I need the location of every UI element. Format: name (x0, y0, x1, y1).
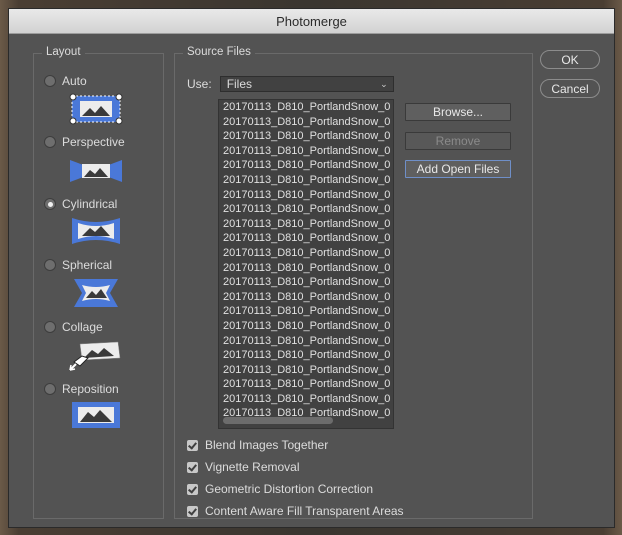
file-list-item[interactable]: 20170113_D810_PortlandSnow_0 (219, 304, 393, 319)
vignette-removal-option[interactable]: Vignette Removal (187, 460, 300, 474)
radio-label: Auto (62, 74, 87, 88)
radio-button[interactable] (44, 383, 56, 395)
checkbox-label: Content Aware Fill Transparent Areas (205, 504, 404, 518)
use-select[interactable]: Files ⌄ (219, 76, 394, 92)
radio-button[interactable] (44, 259, 56, 271)
chevron-down-icon: ⌄ (380, 78, 388, 89)
window-title: Photomerge (9, 9, 614, 34)
file-list-item[interactable]: 20170113_D810_PortlandSnow_0 (219, 319, 393, 334)
cancel-button[interactable]: Cancel (540, 79, 600, 98)
file-list-item[interactable]: 20170113_D810_PortlandSnow_0 (219, 290, 393, 305)
file-list-item[interactable]: 20170113_D810_PortlandSnow_0 (219, 334, 393, 349)
layout-group: Layout Auto Perspective Cylindrical Sphe… (33, 46, 164, 519)
radio-cylindrical[interactable]: Cylindrical (44, 197, 117, 211)
radio-button[interactable] (44, 321, 56, 333)
file-list-item[interactable]: 20170113_D810_PortlandSnow_0 (219, 158, 393, 173)
checkbox-label: Blend Images Together (205, 438, 329, 452)
file-list-item[interactable]: 20170113_D810_PortlandSnow_0 (219, 115, 393, 130)
radio-reposition[interactable]: Reposition (44, 382, 119, 396)
file-list-item[interactable]: 20170113_D810_PortlandSnow_0 (219, 348, 393, 363)
file-list-item[interactable]: 20170113_D810_PortlandSnow_0 (219, 173, 393, 188)
source-files-group: Source Files Use: Files ⌄ 20170113_D810_… (174, 46, 533, 519)
radio-auto[interactable]: Auto (44, 74, 87, 88)
checkbox[interactable] (187, 483, 198, 495)
collage-layout-icon (69, 341, 121, 371)
file-list-item[interactable]: 20170113_D810_PortlandSnow_0 (219, 275, 393, 290)
radio-label: Reposition (62, 382, 119, 396)
checkbox[interactable] (187, 505, 198, 517)
file-list-item[interactable]: 20170113_D810_PortlandSnow_0 (219, 261, 393, 276)
use-select-value: Files (226, 77, 253, 91)
source-files-legend: Source Files (183, 46, 255, 58)
checkbox[interactable] (187, 461, 198, 473)
file-list-item[interactable]: 20170113_D810_PortlandSnow_0 (219, 231, 393, 246)
radio-label: Spherical (62, 258, 113, 272)
perspective-layout-icon (70, 160, 122, 182)
remove-button[interactable]: Remove (405, 132, 511, 150)
radio-button[interactable] (44, 136, 56, 148)
source-file-list[interactable]: 20170113_D810_PortlandSnow_0 20170113_D81… (218, 99, 394, 429)
geometric-distortion-option[interactable]: Geometric Distortion Correction (187, 482, 373, 496)
auto-layout-icon (69, 93, 123, 125)
file-list-item[interactable]: 20170113_D810_PortlandSnow_0 (219, 246, 393, 261)
radio-collage[interactable]: Collage (44, 320, 103, 334)
file-list-item[interactable]: 20170113_D810_PortlandSnow_0 (219, 129, 393, 144)
checkbox-label: Vignette Removal (205, 460, 300, 474)
use-label: Use: (187, 77, 212, 91)
radio-button[interactable] (44, 75, 56, 87)
cylindrical-layout-icon (72, 218, 120, 244)
file-list-item[interactable]: 20170113_D810_PortlandSnow_0 (219, 188, 393, 203)
file-list-item[interactable]: 20170113_D810_PortlandSnow_0 (219, 377, 393, 392)
file-list-item[interactable]: 20170113_D810_PortlandSnow_0 (219, 363, 393, 378)
file-list-item[interactable]: 20170113_D810_PortlandSnow_0 (219, 392, 393, 407)
blend-images-option[interactable]: Blend Images Together (187, 438, 328, 452)
radio-label: Collage (62, 320, 103, 334)
photomerge-dialog: Photomerge Layout Auto Perspective Cylin… (8, 8, 615, 528)
checkbox[interactable] (187, 439, 198, 451)
file-list-item[interactable]: 20170113_D810_PortlandSnow_0 (219, 217, 393, 232)
checkbox-label: Geometric Distortion Correction (205, 482, 374, 496)
radio-perspective[interactable]: Perspective (44, 135, 125, 149)
radio-label: Perspective (62, 135, 125, 149)
reposition-layout-icon (72, 402, 120, 428)
radio-label: Cylindrical (62, 197, 118, 211)
content-aware-fill-option[interactable]: Content Aware Fill Transparent Areas (187, 504, 404, 518)
layout-legend: Layout (42, 46, 85, 58)
add-open-files-button[interactable]: Add Open Files (405, 160, 511, 178)
spherical-layout-icon (74, 279, 118, 307)
radio-button[interactable] (44, 198, 56, 210)
file-list-item[interactable]: 20170113_D810_PortlandSnow_0 (219, 144, 393, 159)
browse-button[interactable]: Browse... (405, 103, 511, 121)
file-list-item[interactable]: 20170113_D810_PortlandSnow_0 (219, 202, 393, 217)
use-row: Use: Files ⌄ (187, 76, 394, 92)
radio-spherical[interactable]: Spherical (44, 258, 112, 272)
ok-button[interactable]: OK (540, 50, 600, 69)
horizontal-scrollbar[interactable] (223, 417, 333, 424)
file-list-item[interactable]: 20170113_D810_PortlandSnow_0 (219, 100, 393, 115)
